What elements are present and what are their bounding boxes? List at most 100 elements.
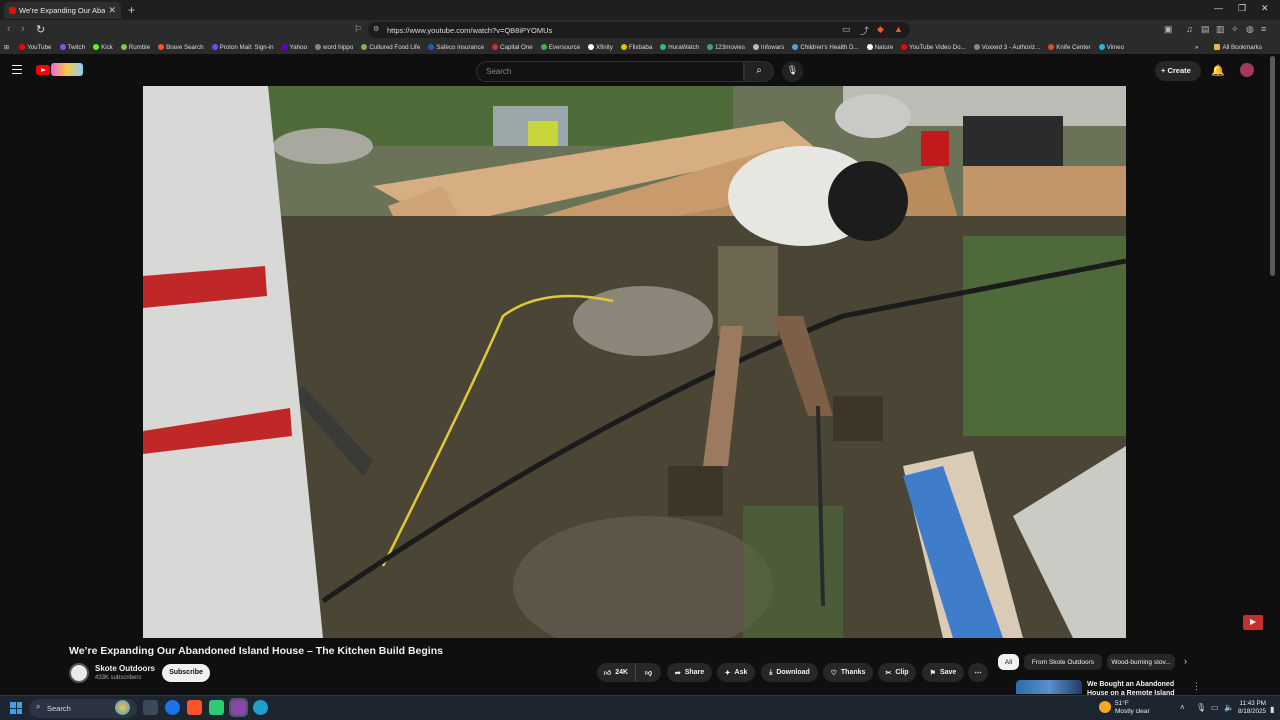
create-button[interactable]: + Create (1155, 61, 1201, 81)
dislike-button[interactable]: 👎︎ (635, 663, 661, 682)
all-bookmarks-folder[interactable]: All Bookmarks (1214, 44, 1262, 51)
bookmark-item[interactable]: Brave Search (158, 44, 204, 51)
new-tab-icon[interactable]: + (128, 3, 135, 17)
bookmark-item[interactable]: Proton Mail: Sign-in (211, 44, 274, 51)
extensions-icon[interactable]: ▣ (1164, 24, 1173, 35)
bookmark-item[interactable]: Voxxed 3 - Authoriz... (973, 44, 1040, 51)
brave-shields-icon[interactable]: ◆ (877, 24, 884, 35)
bookmark-item[interactable]: Eversource (540, 44, 580, 51)
brave-browser-icon[interactable] (187, 700, 202, 715)
channel-name[interactable]: Skote Outdoors (95, 664, 155, 673)
page-scrollbar[interactable] (1270, 56, 1275, 276)
bookmark-item[interactable]: Safeco insurance (428, 44, 484, 51)
sidebar-icon[interactable]: ▤ (1201, 24, 1210, 35)
bookmark-item[interactable]: Vimeo (1098, 44, 1124, 51)
subscribe-button[interactable]: Subscribe (162, 664, 210, 682)
bookmark-item[interactable]: YouTube Video Do... (901, 44, 966, 51)
edge-browser-icon[interactable] (165, 700, 180, 715)
close-tab-icon[interactable]: ✕ (108, 5, 116, 16)
recommendation-thumbnail[interactable] (1016, 680, 1082, 694)
more-actions-button[interactable]: ⋯ (968, 663, 988, 682)
reload-icon[interactable]: ↻ (36, 23, 45, 36)
bookmark-item[interactable]: Infowars (752, 44, 784, 51)
windows-start-icon[interactable] (10, 702, 22, 714)
chip-topic[interactable]: Wood-burning stov... (1107, 654, 1175, 670)
brave-rewards-icon[interactable]: ▲ (894, 24, 903, 34)
volume-icon[interactable]: 🔈 (1224, 703, 1234, 712)
search-placeholder: Search (486, 67, 512, 76)
bookmark-item[interactable]: Flixbaba (620, 44, 652, 51)
thanks-button[interactable]: ♡ Thanks (823, 663, 873, 682)
bookmark-item[interactable]: word hippo (315, 44, 353, 51)
bookmark-item[interactable]: Xfinity (588, 44, 613, 51)
share-page-icon[interactable]: ⤴ (860, 24, 869, 37)
save-button[interactable]: ⚑ Save (922, 663, 964, 682)
apps-grid-icon[interactable]: ⊞ (4, 44, 9, 51)
bookmark-item[interactable]: Cultured Food Life (361, 44, 420, 51)
bookmark-item[interactable]: Nature (866, 44, 893, 51)
chip-all[interactable]: All (998, 654, 1019, 670)
chip-from-channel[interactable]: From Skote Outdoors (1024, 654, 1102, 670)
youtube-logo[interactable] (36, 65, 50, 75)
bookmark-item[interactable]: Capital One (492, 44, 533, 51)
share-button[interactable]: ➦ Share (667, 663, 712, 682)
channel-avatar[interactable] (69, 663, 89, 683)
forward-icon[interactable]: › (21, 23, 25, 35)
minimize-icon[interactable]: — (1214, 3, 1223, 13)
search-button[interactable]: ⌕ (744, 61, 774, 82)
bookmark-item[interactable]: HuraWatch (660, 44, 699, 51)
video-player[interactable] (143, 86, 1126, 638)
share-label: Share (684, 669, 705, 676)
bookmark-item[interactable]: Yahoo (281, 43, 308, 51)
microphone-tray-icon[interactable]: 🎙 (1196, 703, 1206, 712)
site-info-icon[interactable]: ⚙ (373, 25, 379, 33)
wallet-icon[interactable]: ▥ (1216, 24, 1225, 35)
menu-icon[interactable]: ≡ (1261, 24, 1266, 34)
media-icon[interactable]: ♫ (1186, 24, 1193, 34)
weather-moon-icon[interactable] (1099, 701, 1111, 713)
chips-next-icon[interactable]: › (1184, 656, 1187, 666)
address-bar[interactable]: https://www.youtube.com/watch?v=QB8iPYOM… (368, 22, 910, 38)
weather-status[interactable]: 51°F Mostly clear (1115, 700, 1150, 716)
more-bookmarks-icon[interactable]: » (1195, 44, 1198, 51)
youtube-doodle[interactable] (51, 63, 83, 76)
bookmark-item[interactable]: YouTube (19, 44, 52, 51)
app-icon-purple[interactable] (229, 698, 248, 717)
ask-button[interactable]: ✦ Ask (717, 663, 755, 682)
bookmark-item[interactable]: Children's Health D... (792, 44, 859, 51)
download-icon: ⤓ (769, 668, 773, 676)
search-input[interactable]: Search (476, 61, 744, 82)
taskbar-clock[interactable]: 11:43 PM 8/18/2025 (1238, 700, 1266, 716)
back-icon[interactable]: ‹ (7, 23, 11, 35)
bookmark-label: Yahoo (289, 43, 308, 51)
task-view-icon[interactable] (143, 700, 158, 715)
close-window-icon[interactable]: ✕ (1261, 3, 1269, 14)
guide-menu-icon[interactable] (12, 65, 22, 74)
browser-tab-active[interactable]: We're Expanding Our Abandoned... ✕ (4, 2, 121, 19)
clip-button[interactable]: ✂ Clip (878, 663, 916, 682)
maximize-icon[interactable]: ❐ (1238, 3, 1246, 14)
app-icon-green[interactable] (209, 700, 224, 715)
ask-label: Ask (734, 669, 748, 676)
bookmark-item[interactable]: Twitch (59, 44, 85, 51)
screen-share-icon[interactable]: ▭ (842, 24, 851, 35)
bookmark-item[interactable]: Rumble (120, 44, 150, 51)
bookmark-page-icon[interactable]: ⚐ (354, 24, 362, 35)
display-tray-icon[interactable]: ▭ (1211, 703, 1219, 712)
like-button[interactable]: 👍︎ 24K (597, 663, 635, 682)
voice-search-button[interactable]: 🎙 (782, 61, 803, 82)
tray-overflow-icon[interactable]: ˄ (1180, 703, 1185, 712)
bookmark-item[interactable]: Knife Center (1048, 44, 1091, 51)
recommendation-menu-icon[interactable]: ⋮ (1192, 681, 1201, 692)
app-icon-edge[interactable] (253, 700, 268, 715)
download-button[interactable]: ⤓ Download (761, 663, 818, 682)
notifications-bell-icon[interactable]: 🔔 (1211, 64, 1225, 77)
vpn-icon[interactable]: ◍ (1246, 24, 1254, 35)
weather-widget-icon[interactable] (115, 700, 130, 715)
bookmark-item[interactable]: 123movies (706, 44, 745, 51)
recommendation-title[interactable]: We Bought an Abandoned House on a Remote… (1087, 680, 1177, 695)
bookmark-item[interactable]: Kick (93, 44, 113, 51)
notification-center-icon[interactable]: ▮ (1270, 705, 1274, 714)
account-avatar[interactable] (1240, 63, 1254, 77)
leo-icon[interactable]: ✧ (1231, 24, 1239, 35)
